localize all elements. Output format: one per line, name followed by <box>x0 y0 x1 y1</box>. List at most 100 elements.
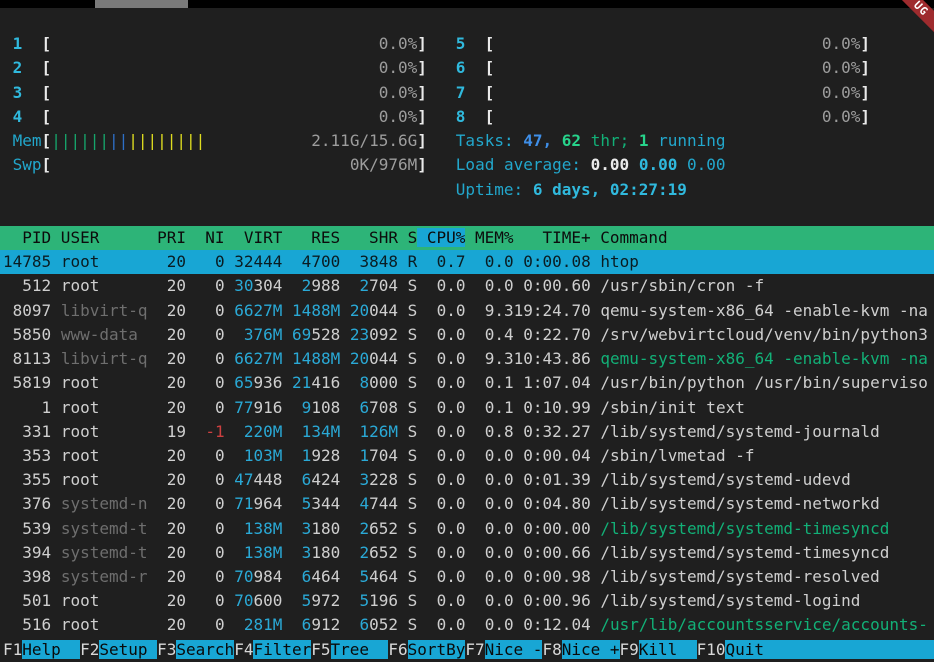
process-row-331[interactable]: 331 root 19 -1 220M 134M 126M S 0.0 0.8 … <box>0 420 934 444</box>
process-row-512[interactable]: 512 root 20 0 30304 2988 2704 S 0.0 0.0 … <box>0 274 934 298</box>
process-row-8113[interactable]: 8113 libvirt-q 20 0 6627M 1488M 20044 S … <box>0 347 934 371</box>
column-header-s[interactable]: S <box>398 228 417 247</box>
text-segment <box>282 349 292 368</box>
column-header-pid[interactable]: PID <box>3 228 51 247</box>
cell-user: libvirt-q <box>61 349 148 368</box>
cell-priority: 20 <box>148 591 187 610</box>
column-header-ni[interactable]: NI <box>186 228 225 247</box>
process-row-398[interactable]: 398 systemd-r 20 0 70984 6464 5464 S 0.0… <box>0 565 934 589</box>
cell-priority: 20 <box>148 252 187 271</box>
cell-user: root <box>61 276 148 295</box>
cell-shr: 704 <box>369 446 398 465</box>
cell-shr: 464 <box>369 567 398 586</box>
fkey-f3-key[interactable]: F3 <box>157 640 176 659</box>
cell-virt: 6627M <box>234 349 282 368</box>
fkey-f1-label[interactable]: Help <box>22 640 80 659</box>
cell-pid: 501 <box>3 591 51 610</box>
cell-cpu-percent: 0.0 <box>417 615 465 634</box>
process-row-539[interactable]: 539 systemd-t 20 0 138M 3180 2652 S 0.0 … <box>0 517 934 541</box>
cell-pid: 516 <box>3 615 51 634</box>
text-segment <box>282 276 292 295</box>
text-segment <box>340 301 350 320</box>
load-15min: 0.00 <box>687 155 726 174</box>
meter-close-bracket: ] <box>417 131 427 150</box>
cell-nice: 0 <box>196 543 225 562</box>
text-segment <box>51 34 379 53</box>
column-header-command[interactable]: Command <box>591 228 668 247</box>
fkey-f7-label[interactable]: Nice - <box>485 640 543 659</box>
fkey-f9-key[interactable]: F9 <box>620 640 639 659</box>
fkey-f10-label[interactable]: Quit <box>725 640 934 659</box>
process-row-353[interactable]: 353 root 20 0 103M 1928 1704 S 0.0 0.0 0… <box>0 444 934 468</box>
fkey-f4-key[interactable]: F4 <box>234 640 253 659</box>
cell-res: 928 <box>311 446 340 465</box>
cell-cpu-percent: 0.0 <box>417 494 465 513</box>
column-header-user[interactable]: USER <box>51 228 147 247</box>
cell-state: S <box>398 398 417 417</box>
cell-state: S <box>398 301 417 320</box>
process-row-8097[interactable]: 8097 libvirt-q 20 0 6627M 1488M 20044 S … <box>0 299 934 323</box>
text-segment <box>225 470 235 489</box>
cpu-meter-row-3-7: 3 [ 0.0%] 7 [ 0.0%] <box>0 81 934 105</box>
column-header-mem[interactable]: MEM% <box>465 228 513 247</box>
process-row-501[interactable]: 501 root 20 0 70600 5972 5196 S 0.0 0.0 … <box>0 589 934 613</box>
fkey-f6-key[interactable]: F6 <box>388 640 407 659</box>
text-segment <box>282 252 292 271</box>
process-row-1[interactable]: 1 root 20 0 77916 9108 6708 S 0.0 0.1 0:… <box>0 396 934 420</box>
fkey-f2-label[interactable]: Setup <box>99 640 157 659</box>
fkey-f6-label[interactable]: SortBy <box>408 640 466 659</box>
cell-virt: 936 <box>254 373 283 392</box>
fkey-f4-label[interactable]: Filter <box>253 640 311 659</box>
cell-priority: 20 <box>148 301 187 320</box>
cell-time: 10:43.86 <box>514 349 591 368</box>
cpu2-meter-label: 2 <box>3 58 22 77</box>
cell-virt: 6627M <box>234 301 282 320</box>
process-row-394[interactable]: 394 systemd-t 20 0 138M 3180 2652 S 0.0 … <box>0 541 934 565</box>
cell-res: 180 <box>311 543 340 562</box>
fkey-f5-label[interactable]: Tree <box>331 640 389 659</box>
process-row-5819[interactable]: 5819 root 20 0 65936 21416 8000 S 0.0 0.… <box>0 371 934 395</box>
process-row-5850[interactable]: 5850 www-data 20 0 376M 69528 23092 S 0.… <box>0 323 934 347</box>
cell-shr: 044 <box>369 301 398 320</box>
column-header-shr[interactable]: SHR <box>340 228 398 247</box>
cell-shr: 744 <box>369 494 398 513</box>
cpu7-meter-label: 7 <box>456 83 466 102</box>
text-segment <box>591 519 601 538</box>
cell-state: S <box>398 373 417 392</box>
cell-mem-percent: 0.8 <box>465 422 513 441</box>
cell-command: /lib/systemd/systemd-networkd <box>600 494 879 513</box>
column-header-virt[interactable]: VIRT <box>225 228 283 247</box>
meter-open-bracket: [ <box>42 155 52 174</box>
uptime-row: Uptime: 6 days, 02:27:19 <box>0 178 934 202</box>
cell-command: /lib/systemd/systemd-timesyncd <box>600 519 889 538</box>
meter-close-bracket: ] <box>417 58 427 77</box>
fkey-f8-label[interactable]: Nice + <box>562 640 620 659</box>
cell-time: 0:04.80 <box>514 494 591 513</box>
text-segment <box>340 615 350 634</box>
process-row-516[interactable]: 516 root 20 0 281M 6912 6052 S 0.0 0.0 0… <box>0 613 934 637</box>
cell-cpu-percent: 0.0 <box>417 325 465 344</box>
fkey-f8-key[interactable]: F8 <box>542 640 561 659</box>
column-header-time[interactable]: TIME+ <box>514 228 591 247</box>
column-header-pri[interactable]: PRI <box>148 228 187 247</box>
fkey-f10-key[interactable]: F10 <box>697 640 726 659</box>
process-row-14785[interactable]: 14785 root 20 0 32444 4700 3848 R 0.7 0.… <box>0 250 934 274</box>
process-row-355[interactable]: 355 root 20 0 47448 6424 3228 S 0.0 0.0 … <box>0 468 934 492</box>
cell-res: 134M <box>292 422 340 441</box>
fkey-f2-key[interactable]: F2 <box>80 640 99 659</box>
cell-nice: 0 <box>196 470 225 489</box>
process-row-376[interactable]: 376 systemd-n 20 0 71964 5344 4744 S 0.0… <box>0 492 934 516</box>
window-top-tab[interactable] <box>95 0 188 8</box>
column-header-cpu-sorted[interactable]: CPU% <box>417 228 465 247</box>
fkey-f3-label[interactable]: Search <box>176 640 234 659</box>
fkey-f9-label[interactable]: Kill <box>639 640 697 659</box>
text-segment <box>51 470 61 489</box>
text-segment <box>340 422 350 441</box>
fkey-f5-key[interactable]: F5 <box>311 640 330 659</box>
fkey-f7-key[interactable]: F7 <box>465 640 484 659</box>
cell-command: qemu-system-x86_64 -enable-kvm -na <box>600 349 928 368</box>
load-5min: 0.00 <box>639 155 678 174</box>
fkey-f1-key[interactable]: F1 <box>3 640 22 659</box>
cell-priority: 20 <box>148 519 187 538</box>
column-header-res[interactable]: RES <box>282 228 340 247</box>
